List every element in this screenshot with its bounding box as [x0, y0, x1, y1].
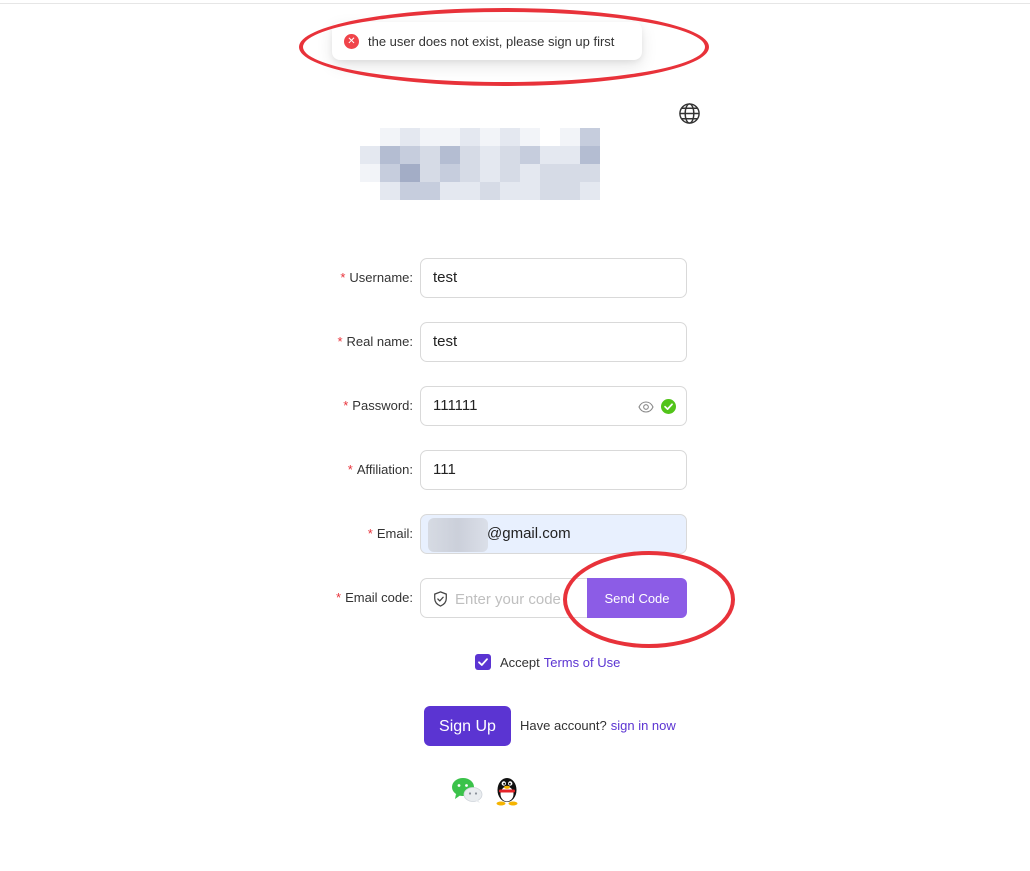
password-input[interactable]: 111111: [420, 386, 687, 426]
logo-pixel: [580, 182, 600, 200]
logo-pixel: [560, 128, 580, 146]
logo-pixel: [400, 182, 420, 200]
username-row: * Username: test: [300, 258, 687, 298]
browser-top-border: [0, 0, 1030, 4]
qq-penguin-icon[interactable]: [494, 774, 520, 806]
logo-pixel: [520, 128, 540, 146]
logo-pixel: [420, 182, 440, 200]
logo-pixel: [500, 146, 520, 164]
sign-up-button[interactable]: Sign Up: [424, 706, 511, 746]
logo-pixel: [400, 146, 420, 164]
logo-pixel: [400, 164, 420, 182]
logo-pixel: [460, 182, 480, 200]
shield-check-icon: [434, 591, 447, 607]
logo-pixel: [380, 164, 400, 182]
logo-pixel: [540, 182, 560, 200]
logo-pixel: [500, 128, 520, 146]
email-row: * Email: @gmail.com: [300, 514, 687, 554]
logo-pixel: [480, 164, 500, 182]
logo-pixel: [540, 146, 560, 164]
check-circle-icon: [661, 399, 676, 414]
send-code-button[interactable]: Send Code: [587, 578, 687, 618]
logo-pixel: [400, 128, 420, 146]
logo-pixel: [480, 146, 500, 164]
error-toast: ✕ the user does not exist, please sign u…: [332, 22, 642, 60]
email-code-label: Email code: [345, 590, 410, 605]
logo-pixel: [560, 164, 580, 182]
password-label: Password: [352, 398, 410, 413]
email-code-input[interactable]: [453, 580, 587, 618]
redacted-email-blur: [428, 518, 488, 552]
logo-pixel: [380, 128, 400, 146]
logo-pixel: [580, 164, 600, 182]
password-value: 111111: [433, 397, 478, 414]
logo-pixel: [540, 128, 560, 146]
affiliation-label: Affiliation: [356, 462, 410, 477]
logo-pixel: [500, 164, 520, 182]
logo-pixel: [520, 146, 540, 164]
logo-pixel: [580, 146, 600, 164]
username-label: Username: [349, 270, 410, 285]
affiliation-row: * Affiliation: 111: [300, 450, 687, 490]
wechat-icon[interactable]: [451, 776, 483, 804]
logo-pixel: [420, 128, 440, 146]
username-input[interactable]: test: [420, 258, 687, 298]
logo-pixel: [440, 128, 460, 146]
logo-pixel: [360, 182, 380, 200]
checkbox-checked-icon[interactable]: [475, 654, 491, 670]
logo-pixel: [360, 128, 380, 146]
logo-pixel: [460, 164, 480, 182]
logo-pixel: [540, 164, 560, 182]
logo-pixel: [560, 182, 580, 200]
logo-pixel: [560, 146, 580, 164]
globe-icon[interactable]: [678, 102, 701, 125]
logo-pixel: [440, 182, 460, 200]
logo-pixel: [360, 146, 380, 164]
affiliation-input[interactable]: 111: [420, 450, 687, 490]
eye-icon[interactable]: [638, 399, 654, 415]
toast-message: the user does not exist, please sign up …: [368, 33, 615, 49]
accept-label: Accept: [500, 654, 540, 670]
logo-pixel: [440, 164, 460, 182]
sign-in-link[interactable]: sign in now: [611, 718, 676, 733]
real-name-row: * Real name: test: [300, 322, 687, 362]
logo-pixel: [420, 164, 440, 182]
logo-pixel: [480, 182, 500, 200]
have-account-text: Have account? sign in now: [520, 718, 676, 733]
logo-pixel: [460, 128, 480, 146]
email-code-field: [420, 578, 590, 618]
email-label: Email: [376, 526, 410, 541]
logo-pixel: [520, 182, 540, 200]
email-value: @gmail.com: [487, 525, 571, 542]
real-name-label: Real name: [346, 334, 410, 349]
logo-pixel: [460, 146, 480, 164]
logo-pixel: [420, 146, 440, 164]
logo-pixel: [500, 182, 520, 200]
error-circle-icon: ✕: [344, 33, 359, 49]
email-code-row: *Email code: Send Code: [300, 578, 687, 618]
logo-pixel: [520, 164, 540, 182]
real-name-input[interactable]: test: [420, 322, 687, 362]
logo-pixel: [360, 164, 380, 182]
password-row: * Password: 111111: [300, 386, 687, 426]
logo-pixel: [580, 128, 600, 146]
app-logo: [360, 128, 600, 200]
terms-of-use-link[interactable]: Terms of Use: [544, 655, 621, 670]
logo-pixel: [380, 182, 400, 200]
logo-pixel: [480, 128, 500, 146]
accept-terms[interactable]: Accept Terms of Use: [475, 653, 620, 671]
logo-pixel: [380, 146, 400, 164]
logo-pixel: [440, 146, 460, 164]
